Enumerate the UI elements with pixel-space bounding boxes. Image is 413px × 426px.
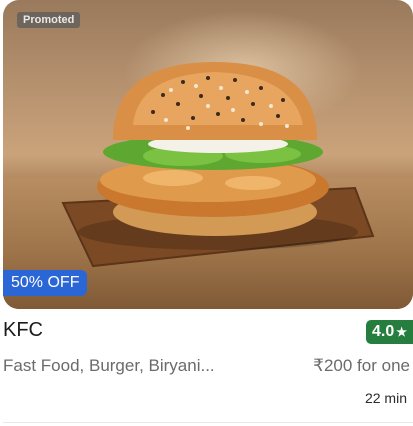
delivery-time: 22 min xyxy=(364,390,407,406)
restaurant-card[interactable]: Promoted 50% OFF KFC 4.0 ★ Fast Food, Bur… xyxy=(0,0,413,426)
rating-badge: 4.0 ★ xyxy=(365,320,413,344)
star-icon: ★ xyxy=(396,325,407,339)
price-for-one: ₹200 for one xyxy=(313,356,410,375)
rating-value: 4.0 xyxy=(371,323,395,340)
restaurant-image[interactable]: Promoted xyxy=(3,0,413,309)
offer-badge: 50% OFF xyxy=(3,270,88,296)
cuisine-list: Fast Food, Burger, Biryani... xyxy=(3,356,215,375)
promoted-badge: Promoted xyxy=(17,12,81,28)
burger-image xyxy=(61,62,375,268)
restaurant-name[interactable]: KFC xyxy=(3,319,43,342)
divider xyxy=(3,422,413,423)
